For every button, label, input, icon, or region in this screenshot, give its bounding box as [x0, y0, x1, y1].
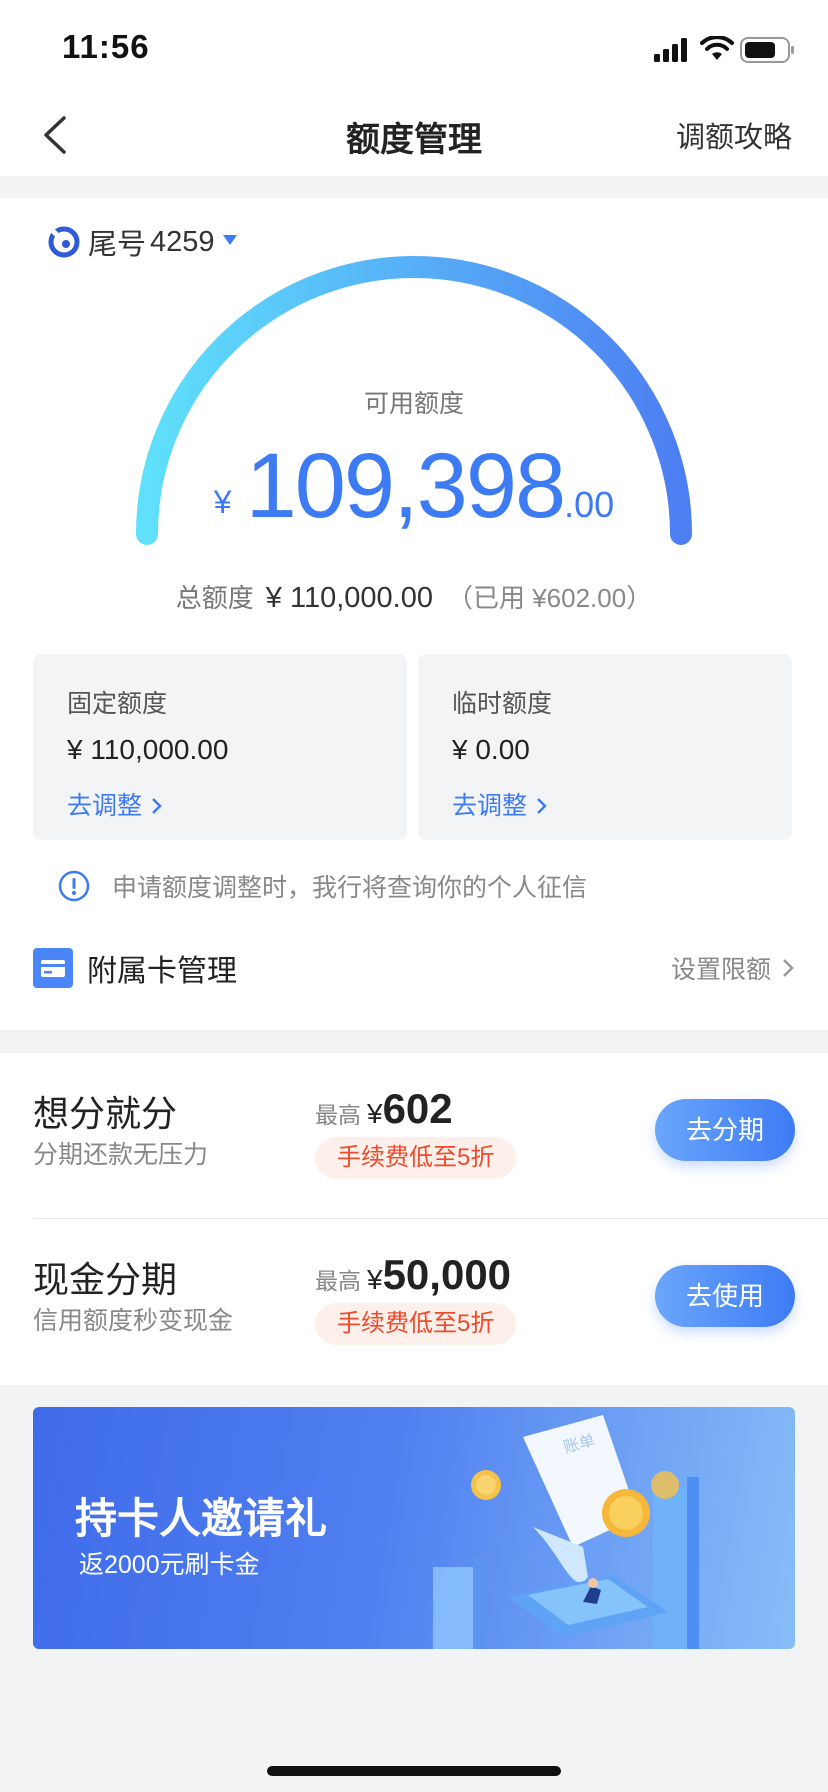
adjust-fixed-link[interactable]: 去调整 — [67, 786, 164, 822]
installment-subtitle: 信用额度秒变现金 — [33, 1307, 234, 1335]
home-indicator[interactable] — [267, 1766, 561, 1776]
total-limit: 总额度 ¥ 110,000.00 （已用 ¥602.00） — [0, 578, 828, 615]
used-amount: （已用 ¥602.00） — [446, 583, 653, 613]
installment-button[interactable]: 去分期 — [655, 1099, 795, 1161]
status-time: 11:56 — [62, 28, 150, 65]
banner-subtitle: 返2000元刷卡金 — [79, 1551, 260, 1579]
installment-title: 想分就分 — [33, 1093, 178, 1134]
chevron-right-icon — [537, 798, 547, 814]
divider — [33, 1218, 828, 1219]
currency-symbol: ¥ — [367, 1264, 383, 1295]
fixed-limit-label: 固定额度 — [67, 690, 168, 718]
installment-card: 想分就分 分期还款无压力 最高 ¥602 手续费低至5折 去分期 现金分期 信用额… — [0, 1053, 828, 1385]
temporary-limit-box: 临时额度 ¥ 0.00 去调整 — [418, 654, 792, 840]
limit-guide-link[interactable]: 调额攻略 — [676, 114, 792, 156]
banner-title: 持卡人邀请礼 — [75, 1495, 328, 1542]
adjust-temporary-label: 去调整 — [452, 792, 528, 820]
total-limit-label: 总额度 — [175, 583, 254, 613]
installment-max: 最高 ¥50,000 — [315, 1251, 511, 1299]
account-tail-number: 4259 — [150, 225, 215, 258]
chevron-right-icon — [783, 959, 794, 977]
available-limit-amount: ¥109,398.00 — [0, 434, 828, 539]
credit-limit-card: 尾号 4259 可用额度 ¥109,398.00 总额度 ¥ 110,000.00… — [0, 198, 828, 1030]
set-limit-label: 设置限额 — [670, 956, 771, 984]
credit-check-notice: 申请额度调整时，我行将查询你的个人征信 — [58, 868, 587, 904]
card-icon — [33, 948, 73, 988]
currency-symbol: ¥ — [213, 484, 232, 520]
supplementary-card-label: 附属卡管理 — [87, 955, 237, 988]
caret-down-icon — [222, 235, 237, 245]
battery-icon — [740, 37, 794, 63]
available-integer: 109,398 — [245, 435, 567, 537]
status-bar: 11:56 — [0, 0, 828, 96]
info-icon — [58, 870, 90, 902]
cellular-signal-icon — [654, 38, 687, 62]
set-limit-link[interactable]: 设置限额 — [671, 950, 795, 986]
fee-badge: 手续费低至5折 — [315, 1303, 517, 1345]
supplementary-card-row[interactable]: 附属卡管理 设置限额 — [33, 942, 795, 994]
account-selector[interactable]: 尾号 4259 — [48, 220, 237, 264]
fixed-limit-value: ¥ 110,000.00 — [67, 734, 229, 765]
installment-row: 想分就分 分期还款无压力 最高 ¥602 手续费低至5折 去分期 — [33, 1085, 795, 1205]
installment-max: 最高 ¥602 — [315, 1085, 453, 1133]
available-decimal: .00 — [564, 484, 615, 525]
available-limit-label: 可用额度 — [363, 390, 464, 418]
notice-text: 申请额度调整时，我行将查询你的个人征信 — [112, 874, 588, 902]
max-label: 最高 — [315, 1268, 361, 1294]
cash-installment-row: 现金分期 信用额度秒变现金 最高 ¥50,000 手续费低至5折 去使用 — [33, 1251, 795, 1371]
max-value: 602 — [382, 1085, 453, 1132]
invite-banner[interactable]: 账单 持卡人邀请礼 返2000元刷卡金 — [33, 1407, 795, 1649]
nav-bar: 额度管理 调额攻略 — [0, 96, 828, 176]
max-label: 最高 — [315, 1102, 361, 1128]
use-button[interactable]: 去使用 — [655, 1265, 795, 1327]
banner-illustration: 账单 — [433, 1415, 699, 1649]
fixed-limit-box: 固定额度 ¥ 110,000.00 去调整 — [33, 654, 407, 840]
account-tail-label: 尾号 — [88, 229, 147, 261]
temporary-limit-label: 临时额度 — [452, 690, 553, 718]
max-value: 50,000 — [382, 1251, 512, 1298]
currency-symbol: ¥ — [367, 1098, 383, 1129]
adjust-fixed-label: 去调整 — [67, 792, 143, 820]
adjust-temporary-link[interactable]: 去调整 — [452, 786, 549, 822]
total-limit-value: ¥ 110,000.00 — [265, 582, 433, 614]
installment-title: 现金分期 — [33, 1259, 178, 1300]
fee-badge: 手续费低至5折 — [315, 1137, 517, 1179]
installment-subtitle: 分期还款无压力 — [33, 1141, 209, 1169]
bank-logo-icon — [48, 226, 80, 258]
chevron-right-icon — [152, 798, 162, 814]
wifi-icon — [700, 36, 734, 60]
temporary-limit-value: ¥ 0.00 — [452, 734, 530, 765]
